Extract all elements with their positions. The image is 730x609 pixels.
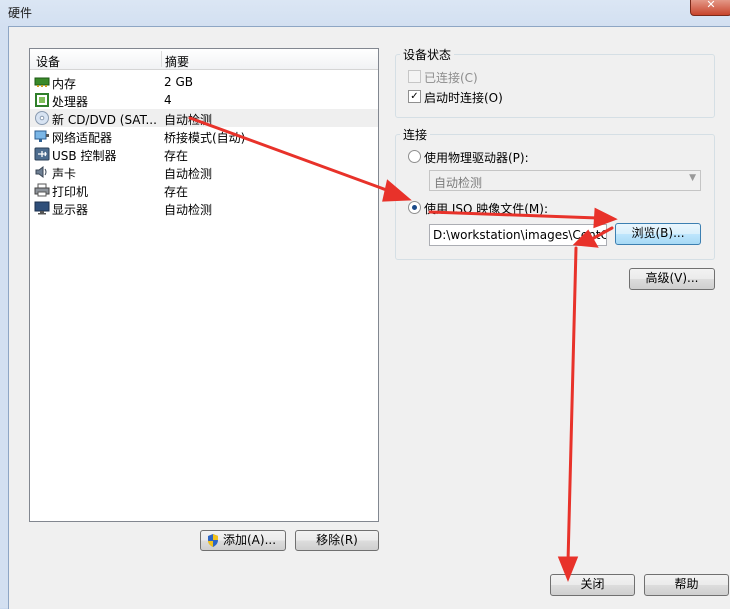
device-row-display[interactable]: 显示器 自动检测 [30, 199, 378, 217]
usb-icon [34, 147, 50, 161]
column-header-device[interactable]: 设备 [36, 53, 60, 70]
sound-card-icon [35, 166, 47, 178]
dialog-title: 硬件 [8, 6, 33, 20]
cd-dvd-icon [35, 111, 49, 125]
uac-shield-icon [208, 534, 218, 547]
use-iso-image-label: 使用 ISO 映像文件(M): [424, 202, 548, 216]
device-name: 内存 [52, 77, 77, 91]
device-row-processor[interactable]: 处理器 4 [30, 91, 378, 109]
remove-device-button[interactable]: 移除(R) [295, 530, 379, 551]
device-status-group [395, 54, 715, 118]
device-summary: 自动检测 [164, 203, 213, 217]
column-separator[interactable] [161, 51, 162, 67]
connection-title: 连接 [400, 126, 431, 143]
hardware-dialog: 硬件 ✕ 设备 摘要 内存 2 GB 处理器 4 新 CD/DVD (SAT..… [0, 0, 730, 609]
device-row-cd-dvd[interactable]: 新 CD/DVD (SAT... 自动检测 [30, 109, 378, 127]
physical-drive-value: 自动检测 [434, 176, 483, 190]
add-device-button-label: 添加(A)... [223, 533, 277, 547]
add-device-button[interactable]: 添加(A)... [200, 530, 286, 551]
device-row-network-adapter[interactable]: 网络适配器 桥接模式(自动) [30, 127, 378, 145]
browse-button[interactable]: 浏览(B)... [615, 223, 701, 245]
device-name: 声卡 [52, 167, 77, 181]
device-name: USB 控制器 [52, 149, 117, 163]
physical-drive-select[interactable]: 自动检测 ▼ [429, 170, 701, 191]
device-summary: 自动检测 [164, 113, 213, 127]
device-status-title: 设备状态 [400, 46, 455, 63]
chevron-down-icon: ▼ [689, 173, 696, 183]
iso-path-field[interactable]: D:\workstation\images\CentOS [429, 224, 607, 246]
device-summary: 桥接模式(自动) [164, 131, 246, 145]
connected-checkbox[interactable] [408, 70, 421, 83]
use-physical-drive-label: 使用物理驱动器(P): [424, 151, 529, 165]
printer-icon [34, 183, 50, 197]
connect-on-power-on-label: 启动时连接(O) [424, 91, 503, 105]
device-summary: 存在 [164, 185, 189, 199]
device-row-usb-controller[interactable]: USB 控制器 存在 [30, 145, 378, 163]
display-icon [34, 201, 50, 215]
network-adapter-icon [34, 130, 49, 142]
device-name: 显示器 [52, 203, 89, 217]
window-close-button[interactable]: ✕ [690, 0, 730, 16]
device-summary: 4 [164, 93, 172, 107]
memory-icon [34, 77, 50, 87]
advanced-button[interactable]: 高级(V)... [629, 268, 715, 290]
device-list-header: 设备 摘要 [30, 49, 378, 70]
device-name: 新 CD/DVD (SAT... [52, 113, 157, 127]
device-row-printer[interactable]: 打印机 存在 [30, 181, 378, 199]
device-summary: 2 GB [164, 75, 193, 89]
device-row-memory[interactable]: 内存 2 GB [30, 73, 378, 91]
use-iso-image-radio[interactable] [408, 201, 421, 214]
connect-on-power-on-checkbox[interactable]: ✓ [408, 90, 421, 103]
device-summary: 自动检测 [164, 167, 213, 181]
device-name: 打印机 [52, 185, 89, 199]
device-row-sound-card[interactable]: 声卡 自动检测 [30, 163, 378, 181]
connected-label: 已连接(C) [424, 71, 478, 85]
device-name: 处理器 [52, 95, 89, 109]
device-summary: 存在 [164, 149, 189, 163]
column-header-summary[interactable]: 摘要 [165, 53, 189, 70]
dialog-client-area: 设备 摘要 内存 2 GB 处理器 4 新 CD/DVD (SAT... 自动检… [8, 26, 730, 609]
device-name: 网络适配器 [52, 131, 113, 145]
use-physical-drive-radio[interactable] [408, 150, 421, 163]
processor-icon [35, 93, 49, 107]
help-button[interactable]: 帮助 [644, 574, 729, 596]
close-button[interactable]: 关闭 [550, 574, 635, 596]
device-list[interactable]: 设备 摘要 内存 2 GB 处理器 4 新 CD/DVD (SAT... 自动检… [29, 48, 379, 522]
